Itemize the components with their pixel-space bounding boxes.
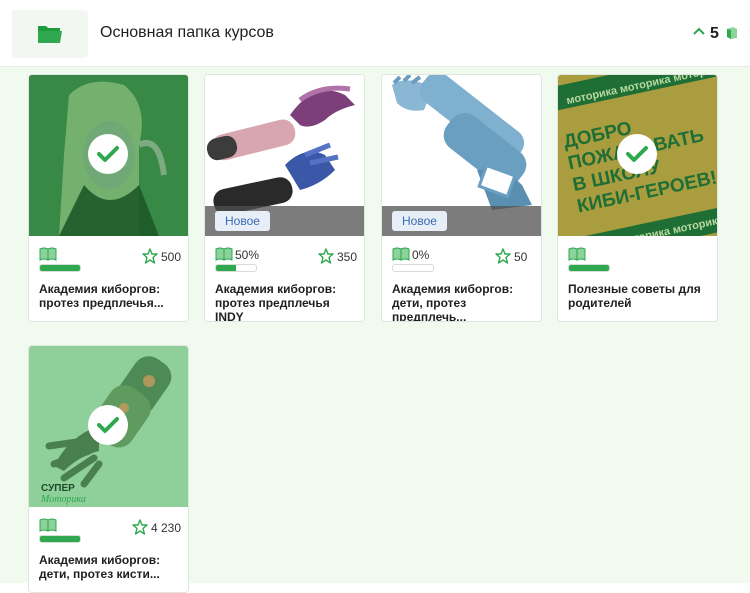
progress-bar bbox=[39, 264, 81, 272]
check-icon bbox=[626, 146, 648, 162]
chevron-up-icon[interactable] bbox=[693, 27, 705, 36]
progress-bar bbox=[215, 264, 257, 272]
course-title-line: дети, протез предплечь... bbox=[392, 296, 467, 322]
course-title[interactable]: Академия киборгов: дети, протез предплеч… bbox=[392, 282, 534, 322]
new-strip: Новое bbox=[382, 206, 541, 236]
progress-bar bbox=[39, 535, 81, 543]
book-icon bbox=[39, 247, 57, 261]
progress-fill bbox=[40, 265, 80, 271]
course-title[interactable]: Академия киборгов: дети, протез кисти... bbox=[39, 553, 181, 581]
new-strip: Новое bbox=[205, 206, 364, 236]
folder-open-icon bbox=[38, 26, 62, 43]
course-cover: моторика моторика моторика моторика мото… bbox=[558, 75, 717, 236]
rating-value: 4 230 bbox=[151, 521, 182, 535]
book-icon bbox=[39, 518, 57, 532]
book-icon bbox=[568, 247, 586, 261]
folder-icon-box bbox=[12, 10, 88, 58]
course-title-line: Академия киборгов: bbox=[39, 553, 161, 567]
check-icon bbox=[97, 146, 119, 162]
folder-title: Основная папка курсов bbox=[100, 24, 274, 41]
course-card[interactable]: 500 Академия киборгов: протез предплечья… bbox=[28, 74, 189, 322]
progress-fill bbox=[40, 536, 80, 542]
course-title[interactable]: Академия киборгов: протез предплечья IND… bbox=[215, 282, 357, 322]
progress-percent: 50% bbox=[235, 248, 260, 262]
cover-logo-text: Моторика bbox=[40, 494, 86, 505]
rating-value: 350 bbox=[337, 250, 358, 264]
course-title[interactable]: Полезные советы для родителей bbox=[568, 282, 710, 310]
course-title[interactable]: Академия киборгов: протез предплечья... bbox=[39, 282, 181, 310]
new-badge: Новое bbox=[392, 211, 447, 231]
star-icon bbox=[318, 248, 334, 264]
course-card[interactable]: СУПЕР Моторика 4 230 Академия киборгов: … bbox=[28, 345, 189, 593]
course-title-line: Академия киборгов: bbox=[215, 282, 337, 296]
course-title-line: родителей bbox=[568, 296, 632, 310]
completed-check bbox=[88, 134, 128, 174]
course-cover bbox=[29, 75, 188, 236]
book-icon bbox=[392, 247, 410, 261]
course-cover: СУПЕР Моторика bbox=[29, 346, 188, 507]
course-title-line: Академия киборгов: bbox=[39, 282, 161, 296]
check-icon bbox=[97, 417, 119, 433]
folder-header[interactable]: Основная папка курсов 5 bbox=[0, 0, 750, 67]
star-icon bbox=[142, 248, 158, 264]
completed-check bbox=[617, 134, 657, 174]
book-icon bbox=[727, 27, 737, 39]
course-card[interactable]: Новое 0% 50 Академия киборгов: дети, про… bbox=[381, 74, 542, 322]
course-title-line: протез предплечья... bbox=[39, 296, 164, 310]
progress-fill bbox=[216, 265, 236, 271]
progress-fill bbox=[569, 265, 609, 271]
completed-check bbox=[88, 405, 128, 445]
course-card[interactable]: моторика моторика моторика моторика мото… bbox=[557, 74, 718, 322]
star-icon bbox=[495, 248, 511, 264]
course-cover: Новое bbox=[205, 75, 364, 236]
course-count: 5 bbox=[710, 25, 719, 42]
course-title-line: дети, протез кисти... bbox=[39, 567, 160, 581]
course-title-line: Полезные советы для bbox=[568, 282, 701, 296]
course-cover: Новое bbox=[382, 75, 541, 236]
course-title-line: протез предплечья INDY bbox=[215, 296, 330, 322]
new-badge: Новое bbox=[215, 211, 270, 231]
course-title-line: Академия киборгов: bbox=[392, 282, 514, 296]
progress-bar bbox=[568, 264, 610, 272]
star-icon bbox=[132, 519, 148, 535]
course-grid: 500 Академия киборгов: протез предплечья… bbox=[0, 67, 750, 593]
book-icon bbox=[215, 247, 233, 261]
progress-percent: 0% bbox=[412, 248, 430, 262]
progress-bar bbox=[392, 264, 434, 272]
rating-value: 50 bbox=[514, 250, 528, 264]
course-card[interactable]: Новое 50% 350 Академия киборгов: протез … bbox=[204, 74, 365, 322]
rating-value: 500 bbox=[161, 250, 182, 264]
cover-logo-text: СУПЕР bbox=[41, 483, 75, 494]
